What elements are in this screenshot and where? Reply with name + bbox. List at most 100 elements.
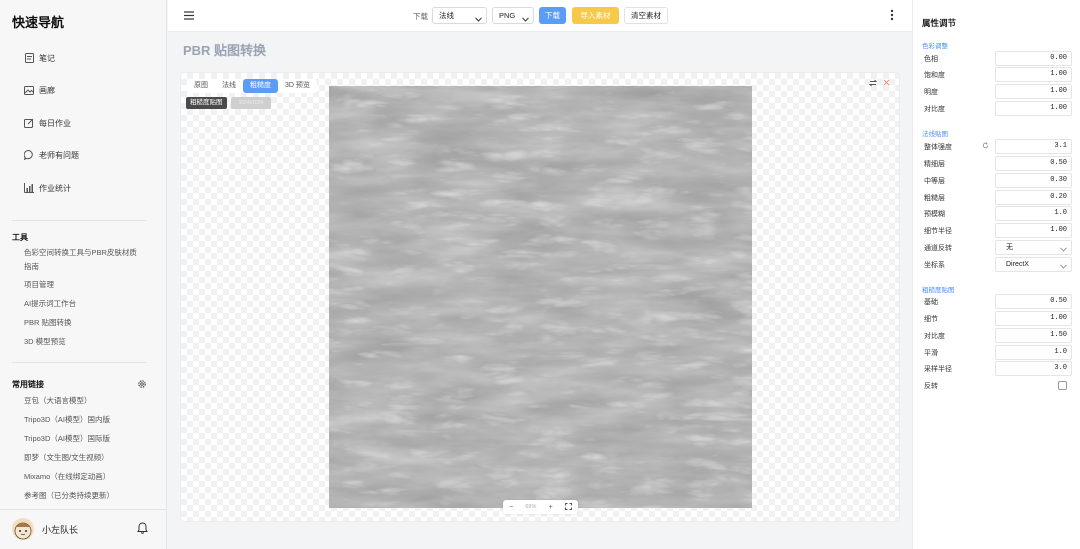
user-area[interactable]: 小左队长 [0, 509, 167, 549]
image-icon [24, 85, 34, 95]
map-name-chip: 粗糙度贴图 [186, 97, 227, 109]
tab-roughness[interactable]: 粗糙度 [243, 79, 278, 93]
link-mixamo[interactable]: Mixamo（在线绑定动画） [24, 471, 110, 483]
user-name: 小左队长 [42, 525, 79, 535]
prop-contrast: 对比度 1.00 [922, 101, 1074, 116]
prop-medium-layer: 中等层 0.30 [922, 173, 1074, 188]
properties-panel: 属性调节 色彩调整 色相 0.00 饱和度 1.00 明度 1.00 对比度 1.00 … [912, 0, 1080, 549]
tool-link-color-space[interactable]: 色彩空间转换工具与PBR皮肤材质 [24, 247, 137, 259]
nav-item-label: 画廊 [39, 85, 55, 95]
prop-rough-contrast: 对比度 1.50 [922, 328, 1074, 343]
nav-item-homework-stats[interactable]: 作业统计 [24, 180, 71, 196]
prop-input[interactable]: 1.00 [995, 311, 1072, 326]
chevron-down-icon [475, 12, 482, 27]
prop-label: 对比度 [924, 106, 945, 113]
prop-smooth: 平滑 1.0 [922, 345, 1074, 360]
prop-label: 整体强度 [924, 144, 952, 151]
prop-input[interactable]: 1.00 [995, 67, 1072, 82]
tab-3d-preview[interactable]: 3D 预览 [278, 79, 317, 93]
prop-input[interactable]: 1.00 [995, 223, 1072, 238]
nav-item-notes[interactable]: 笔记 [24, 50, 55, 66]
prop-hue: 色相 0.00 [922, 51, 1074, 66]
link-tripo3d-cn[interactable]: Tripo3D（AI模型）国内版 [24, 414, 110, 426]
nav-item-gallery[interactable]: 画廊 [24, 82, 55, 98]
invert-checkbox[interactable] [1058, 381, 1067, 390]
prop-base: 基础 0.50 [922, 294, 1074, 309]
properties-title: 属性调节 [922, 18, 957, 28]
prop-label: 粗糙层 [924, 195, 945, 202]
prop-input[interactable]: 0.20 [995, 190, 1072, 205]
roughness-group-title: 粗糙度贴图 [922, 287, 955, 294]
prop-sample-radius: 采样半径 3.0 [922, 361, 1074, 376]
channel-flip-select[interactable]: 无 [995, 240, 1072, 255]
prop-input[interactable]: 0.30 [995, 173, 1072, 188]
prop-label: 中等层 [924, 178, 945, 185]
import-assets-button[interactable]: 导入素材 [572, 7, 619, 24]
divider [12, 362, 147, 363]
prop-input[interactable]: 1.0 [995, 206, 1072, 221]
tool-link-3d-preview[interactable]: 3D 模型预览 [24, 336, 66, 348]
tab-normal[interactable]: 法线 [215, 79, 243, 93]
prop-input[interactable]: 1.50 [995, 328, 1072, 343]
tool-link-pbr[interactable]: PBR 贴图转换 [24, 317, 72, 329]
link-doubao[interactable]: 豆包（大语言模型） [24, 395, 92, 407]
zoom-out-button[interactable]: − [509, 504, 513, 511]
download-label: 下载 [413, 12, 428, 21]
download-button[interactable]: 下载 [539, 7, 566, 24]
prop-input[interactable]: 0.00 [995, 51, 1072, 66]
prop-label: 基础 [924, 299, 938, 306]
note-icon [24, 53, 34, 63]
bar-chart-icon [24, 183, 34, 193]
tool-link-project-management[interactable]: 项目管理 [24, 279, 54, 291]
color-group-title: 色彩调整 [922, 43, 948, 50]
link-reference[interactable]: 参考图（已分类持续更新） [24, 490, 114, 502]
chevron-down-icon [1060, 261, 1067, 274]
preview-panel: 原图 法线 粗糙度 3D 预览 粗糙度贴图 1024x1024 − 69% + [180, 72, 900, 522]
fullscreen-icon[interactable] [564, 502, 572, 512]
coordinate-select[interactable]: DirectX [995, 257, 1072, 272]
map-type-select[interactable]: 法线 [432, 7, 487, 24]
roughness-texture-image [329, 86, 752, 508]
close-icon[interactable] [883, 79, 890, 89]
tab-original[interactable]: 原图 [187, 79, 215, 93]
prop-detail: 细节 1.00 [922, 311, 1074, 326]
map-size-chip: 1024x1024 [231, 97, 271, 109]
prop-invert: 反转 [922, 378, 1074, 393]
prop-label: 通道反转 [924, 245, 952, 252]
chat-icon [24, 150, 34, 160]
settings-gear-icon[interactable] [137, 379, 147, 391]
prop-input[interactable]: 3.0 [995, 361, 1072, 376]
links-section-title: 常用链接 [12, 380, 44, 389]
normal-group-title: 法线贴图 [922, 131, 948, 138]
clear-assets-button[interactable]: 清空素材 [624, 7, 668, 24]
avatar[interactable] [12, 518, 34, 540]
link-jimeng[interactable]: 即梦（文生图/文生视频） [24, 452, 109, 464]
prop-brightness: 明度 1.00 [922, 84, 1074, 99]
prop-input[interactable]: 1.0 [995, 345, 1072, 360]
menu-icon[interactable] [184, 11, 194, 22]
format-select[interactable]: PNG [492, 7, 534, 24]
prop-input[interactable]: 3.1 [995, 139, 1072, 154]
prop-label: 明度 [924, 89, 938, 96]
prop-input[interactable]: 1.00 [995, 101, 1072, 116]
tool-link-color-space-guide[interactable]: 指南 [24, 261, 39, 273]
page-title: PBR 贴图转换 [183, 43, 267, 58]
reset-icon[interactable] [982, 142, 989, 151]
prop-label: 预模糊 [924, 211, 945, 218]
zoom-level: 69% [525, 504, 537, 510]
bell-icon[interactable] [137, 522, 148, 536]
more-vertical-icon[interactable] [890, 9, 894, 23]
prop-input[interactable]: 0.50 [995, 294, 1072, 309]
swap-icon[interactable] [868, 79, 878, 89]
preview-actions [868, 79, 890, 89]
zoom-in-button[interactable]: + [549, 504, 553, 511]
prop-input[interactable]: 1.00 [995, 84, 1072, 99]
tool-link-ai-prompt[interactable]: AI提示词工作台 [24, 298, 76, 310]
edit-icon [24, 118, 34, 128]
prop-input[interactable]: 0.50 [995, 156, 1072, 171]
nav-item-daily-homework[interactable]: 每日作业 [24, 115, 71, 131]
nav-item-teacher-questions[interactable]: 老师有问题 [24, 147, 79, 163]
chevron-down-icon [522, 12, 529, 27]
prop-label: 细节半径 [924, 228, 952, 235]
link-tripo3d-intl[interactable]: Tripo3D（AI模型）国际版 [24, 433, 110, 445]
